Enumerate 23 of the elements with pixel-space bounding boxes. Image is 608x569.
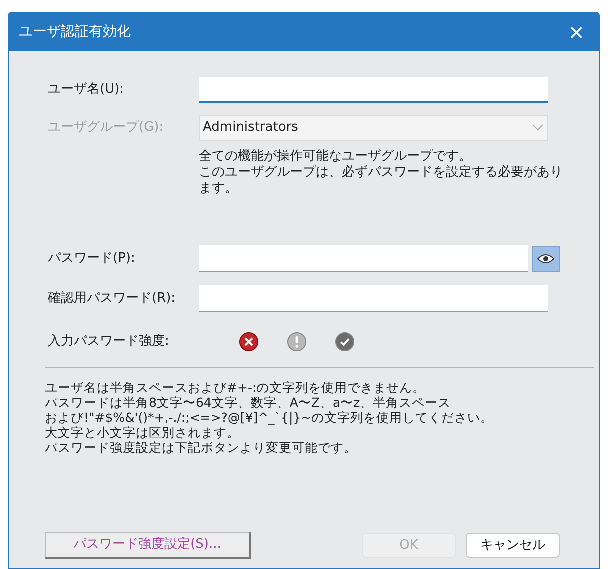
password-field[interactable]	[199, 245, 528, 272]
note-text: および!"#$%&'()*+,-./:;<=>?@[¥]^_`{|}~の文字列を使用してください。	[45, 410, 495, 425]
field-label: ユーザグループ(G):	[48, 119, 165, 138]
chevron-down-icon	[532, 124, 544, 132]
note-text: ユーザ名は半角スペースおよび#+-:の文字列を使用できません。	[45, 380, 427, 395]
field-label: パスワード(P):	[48, 250, 136, 268]
field-label: 確認用パスワード(R):	[48, 290, 177, 308]
username-field[interactable]	[199, 77, 548, 103]
confirm-password-field[interactable]	[199, 285, 548, 312]
note-text: パスワードは半角8文字〜64文字、数字、A〜Z、a〜z、半角スペース	[45, 395, 452, 410]
field-label: 入力パスワード強度:	[48, 333, 170, 352]
group-description: このユーザグループは、必ずパスワードを設定する必要があり	[199, 165, 560, 181]
show-password-button[interactable]	[532, 246, 560, 272]
group-description: ます。	[199, 181, 239, 197]
eye-icon	[536, 254, 555, 264]
strength-settings-button[interactable]: パスワード強度設定(S)...	[45, 532, 251, 559]
field-label: ユーザ名(U):	[48, 81, 126, 100]
cancel-button[interactable]: キャンセル	[466, 533, 560, 558]
window-title: ユーザ認証有効化	[19, 22, 131, 42]
group-description: 全ての機能が操作可能なユーザグループです。	[199, 149, 473, 165]
note-text: パスワード強度設定は下記ボタンより変更可能です。	[45, 440, 358, 455]
close-button[interactable]: ×	[564, 22, 589, 42]
note-text: 大文字と小文字は区別されます。	[45, 425, 241, 440]
